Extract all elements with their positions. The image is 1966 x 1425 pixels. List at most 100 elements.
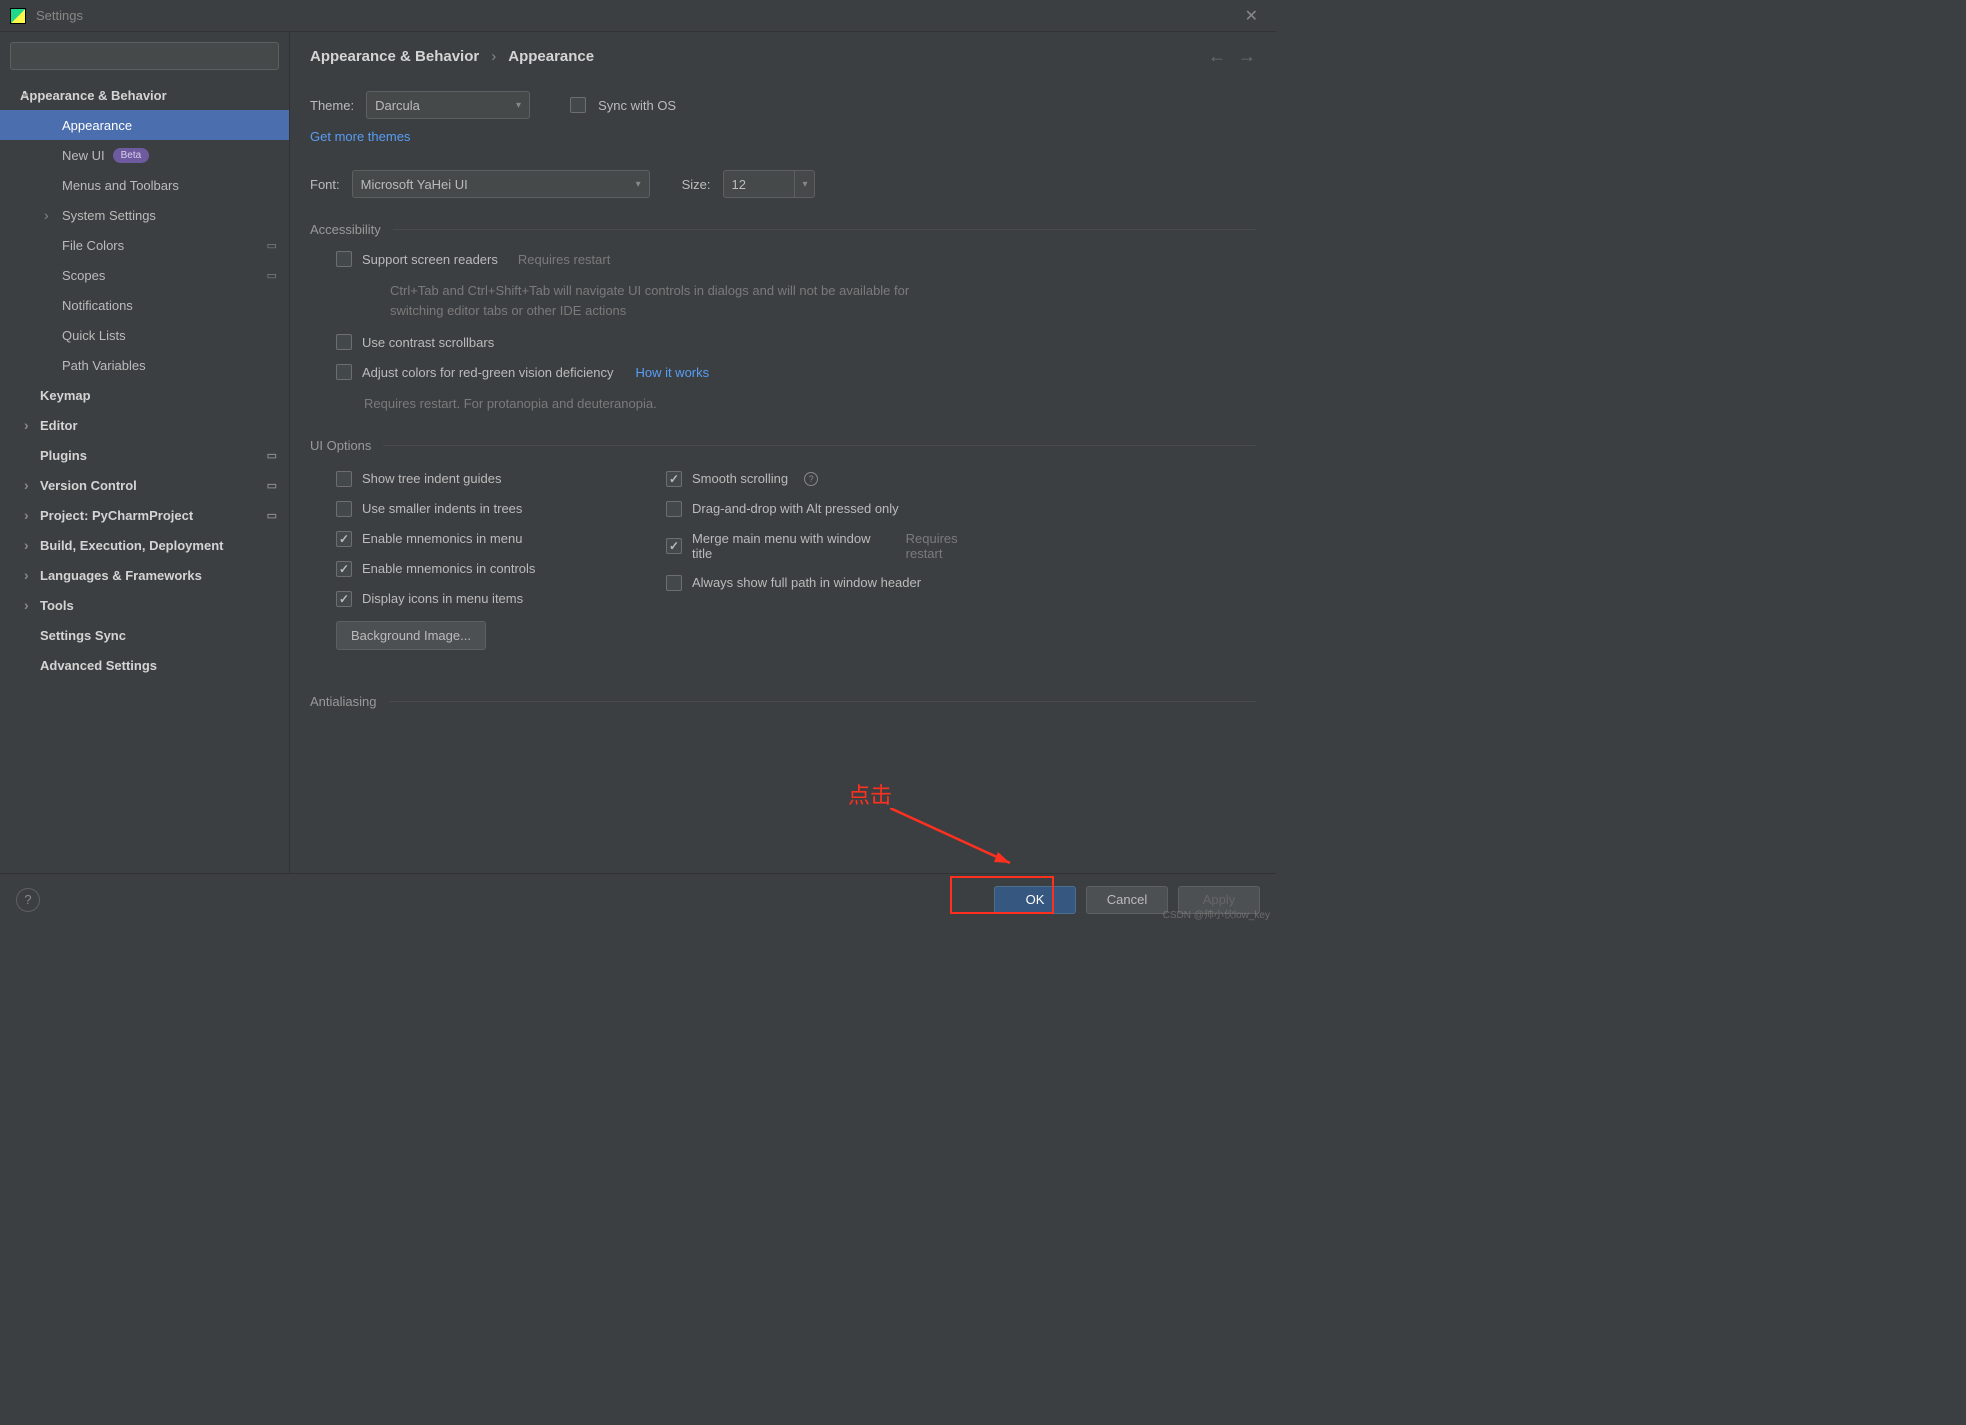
get-themes-link[interactable]: Get more themes: [310, 129, 410, 144]
full-path-label: Always show full path in window header: [692, 575, 921, 590]
color-def-hint: Requires restart. For protanopia and deu…: [364, 394, 894, 414]
tree-label: File Colors: [62, 238, 124, 253]
help-icon[interactable]: ?: [16, 888, 40, 912]
drag-drop-checkbox[interactable]: [666, 501, 682, 517]
beta-badge: Beta: [113, 148, 150, 163]
sync-os-checkbox[interactable]: [570, 97, 586, 113]
nav-back-icon[interactable]: ←: [1208, 46, 1226, 67]
settings-tree: Appearance & Behavior Appearance New UI B…: [0, 80, 289, 873]
project-scope-icon: ▭: [267, 449, 277, 462]
breadcrumb-part: Appearance: [508, 48, 594, 65]
tree-notifications[interactable]: Notifications: [0, 290, 289, 320]
screen-readers-hint: Ctrl+Tab and Ctrl+Shift+Tab will navigat…: [390, 281, 920, 320]
mnemonics-controls-label: Enable mnemonics in controls: [362, 561, 535, 576]
tree-menus-toolbars[interactable]: Menus and Toolbars: [0, 170, 289, 200]
tree-new-ui[interactable]: New UI Beta: [0, 140, 289, 170]
tree-plugins[interactable]: Plugins ▭: [0, 440, 289, 470]
tree-scopes[interactable]: Scopes ▭: [0, 260, 289, 290]
screen-readers-checkbox[interactable]: [336, 251, 352, 267]
nav-forward-icon[interactable]: →: [1238, 46, 1256, 67]
screen-readers-label: Support screen readers: [362, 252, 498, 267]
font-label: Font:: [310, 177, 340, 192]
project-scope-icon: ▭: [267, 269, 277, 282]
color-deficiency-label: Adjust colors for red-green vision defic…: [362, 365, 613, 380]
tree-label: Menus and Toolbars: [62, 178, 179, 193]
mnemonics-menu-checkbox[interactable]: [336, 531, 352, 547]
tree-guides-checkbox[interactable]: [336, 471, 352, 487]
tree-label: Appearance: [62, 118, 132, 133]
project-scope-icon: ▭: [267, 239, 277, 252]
tree-label: Languages & Frameworks: [40, 568, 202, 583]
tree-label: Tools: [40, 598, 74, 613]
full-path-checkbox[interactable]: [666, 575, 682, 591]
chevron-right-icon: ›: [491, 48, 496, 65]
tree-label: Scopes: [62, 268, 105, 283]
info-icon[interactable]: ?: [804, 472, 818, 486]
app-icon: [10, 8, 26, 24]
drag-drop-label: Drag-and-drop with Alt pressed only: [692, 501, 899, 516]
tree-build-exec[interactable]: Build, Execution, Deployment: [0, 530, 289, 560]
footer: ? OK Cancel Apply: [0, 873, 1276, 925]
smooth-scroll-label: Smooth scrolling: [692, 471, 788, 486]
theme-combo[interactable]: Darcula: [366, 91, 530, 119]
breadcrumb-part: Appearance & Behavior: [310, 48, 479, 65]
mnemonics-controls-checkbox[interactable]: [336, 561, 352, 577]
project-scope-icon: ▭: [267, 479, 277, 492]
tree-file-colors[interactable]: File Colors ▭: [0, 230, 289, 260]
tree-advanced[interactable]: Advanced Settings: [0, 650, 289, 680]
smaller-indents-label: Use smaller indents in trees: [362, 501, 522, 516]
display-icons-label: Display icons in menu items: [362, 591, 523, 606]
smooth-scroll-checkbox[interactable]: [666, 471, 682, 487]
tree-languages[interactable]: Languages & Frameworks: [0, 560, 289, 590]
project-scope-icon: ▭: [267, 509, 277, 522]
size-combo[interactable]: 12: [723, 170, 815, 198]
cancel-button[interactable]: Cancel: [1086, 886, 1168, 914]
tree-label: Plugins: [40, 448, 87, 463]
search-input[interactable]: [10, 42, 279, 70]
tree-tools[interactable]: Tools: [0, 590, 289, 620]
size-label: Size:: [682, 177, 711, 192]
tree-keymap[interactable]: Keymap: [0, 380, 289, 410]
tree-guides-label: Show tree indent guides: [362, 471, 501, 486]
tree-appearance[interactable]: Appearance: [0, 110, 289, 140]
how-it-works-link[interactable]: How it works: [635, 365, 709, 380]
tree-path-variables[interactable]: Path Variables: [0, 350, 289, 380]
main-panel: Appearance & Behavior › Appearance ← → T…: [290, 32, 1276, 873]
tree-label: Keymap: [40, 388, 91, 403]
tree-label: Editor: [40, 418, 78, 433]
breadcrumb: Appearance & Behavior › Appearance: [310, 48, 594, 65]
tree-label: Build, Execution, Deployment: [40, 538, 223, 553]
display-icons-checkbox[interactable]: [336, 591, 352, 607]
tree-label: Notifications: [62, 298, 133, 313]
combo-value: Microsoft YaHei UI: [361, 177, 468, 192]
tree-label: Quick Lists: [62, 328, 126, 343]
mnemonics-menu-label: Enable mnemonics in menu: [362, 531, 522, 546]
tree-label: System Settings: [62, 208, 156, 223]
window-title: Settings: [36, 8, 1237, 23]
merge-menu-checkbox[interactable]: [666, 538, 682, 554]
ok-button[interactable]: OK: [994, 886, 1076, 914]
accessibility-section: Accessibility: [310, 222, 1256, 237]
tree-editor[interactable]: Editor: [0, 410, 289, 440]
smaller-indents-checkbox[interactable]: [336, 501, 352, 517]
contrast-scrollbars-label: Use contrast scrollbars: [362, 335, 494, 350]
tree-quick-lists[interactable]: Quick Lists: [0, 320, 289, 350]
background-image-button[interactable]: Background Image...: [336, 621, 486, 650]
antialiasing-section: Antialiasing: [310, 694, 1256, 709]
watermark: CSDN @帅小伙low_key: [1163, 906, 1270, 921]
tree-appearance-behavior[interactable]: Appearance & Behavior: [0, 80, 289, 110]
tree-project[interactable]: Project: PyCharmProject▭: [0, 500, 289, 530]
contrast-scrollbars-checkbox[interactable]: [336, 334, 352, 350]
tree-version-control[interactable]: Version Control ▭: [0, 470, 289, 500]
tree-label: Version Control: [40, 478, 137, 493]
tree-system-settings[interactable]: System Settings: [0, 200, 289, 230]
tree-label: New UI: [62, 148, 105, 163]
combo-value: 12: [732, 177, 746, 192]
ui-options-section: UI Options: [310, 438, 1256, 453]
tree-settings-sync[interactable]: Settings Sync: [0, 620, 289, 650]
combo-value: Darcula: [375, 98, 420, 113]
color-deficiency-checkbox[interactable]: [336, 364, 352, 380]
tree-label: Advanced Settings: [40, 658, 157, 673]
close-icon[interactable]: ✕: [1237, 2, 1266, 30]
font-combo[interactable]: Microsoft YaHei UI: [352, 170, 650, 198]
